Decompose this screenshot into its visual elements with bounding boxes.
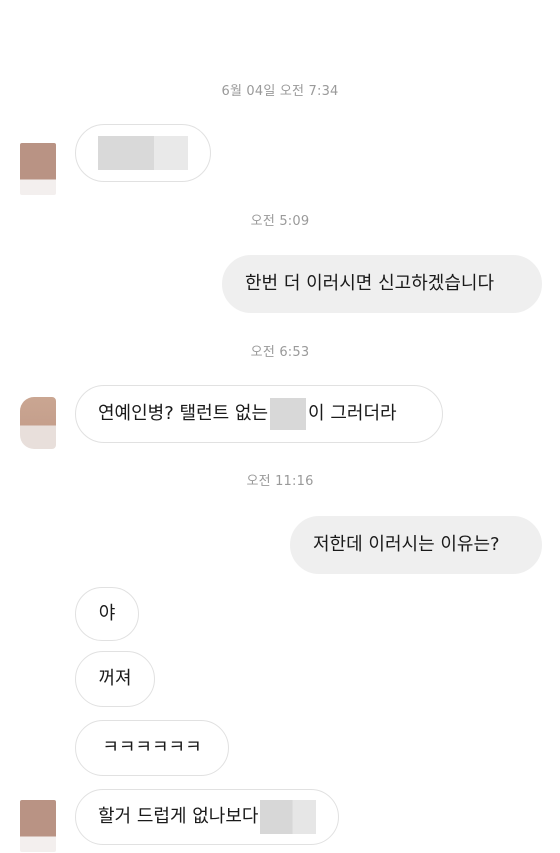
incoming-message-bubble[interactable] bbox=[75, 124, 211, 182]
message-text: 이 그러더라 bbox=[308, 403, 397, 424]
message-text: 연예인병? 탤런트 없는 bbox=[98, 403, 269, 424]
censored-content bbox=[270, 398, 307, 430]
message-timestamp: 오전 5:09 bbox=[250, 214, 310, 229]
outgoing-message-bubble[interactable]: 한번 더 이러시면 신고하겠습니다 bbox=[222, 255, 542, 313]
dm-thread[interactable]: 6월 04일 오전 7:34 오전 5:09 한번 더 이러시면 신고하겠습니다… bbox=[0, 0, 560, 853]
censored-content bbox=[260, 800, 316, 834]
incoming-message-bubble[interactable]: 연예인병? 탤런트 없는 이 그러더라 bbox=[75, 385, 443, 443]
outgoing-message-bubble[interactable]: 저한데 이러시는 이유는? bbox=[290, 516, 542, 574]
message-text: 꺼져 bbox=[98, 668, 132, 689]
incoming-message-bubble[interactable]: 할거 드럽게 없나보다 bbox=[75, 789, 339, 845]
message-timestamp: 오전 11:16 bbox=[246, 474, 314, 489]
censored-content bbox=[98, 136, 188, 170]
message-text: 한번 더 이러시면 신고하겠습니다 bbox=[245, 273, 495, 294]
avatar[interactable] bbox=[20, 397, 56, 449]
message-text: 저한데 이러시는 이유는? bbox=[313, 534, 500, 555]
message-text: 야 bbox=[98, 603, 116, 624]
incoming-message-bubble[interactable]: ㅋㅋㅋㅋㅋㅋ bbox=[75, 720, 229, 776]
incoming-message-bubble[interactable]: 꺼져 bbox=[75, 651, 155, 707]
message-timestamp: 오전 6:53 bbox=[250, 345, 310, 360]
avatar[interactable] bbox=[20, 143, 56, 195]
message-text: ㅋㅋㅋㅋㅋㅋ bbox=[102, 737, 202, 758]
message-timestamp: 6월 04일 오전 7:34 bbox=[221, 84, 339, 99]
message-text: 할거 드럽게 없나보다 bbox=[98, 806, 259, 827]
incoming-message-bubble[interactable]: 야 bbox=[75, 587, 139, 641]
avatar[interactable] bbox=[20, 800, 56, 852]
